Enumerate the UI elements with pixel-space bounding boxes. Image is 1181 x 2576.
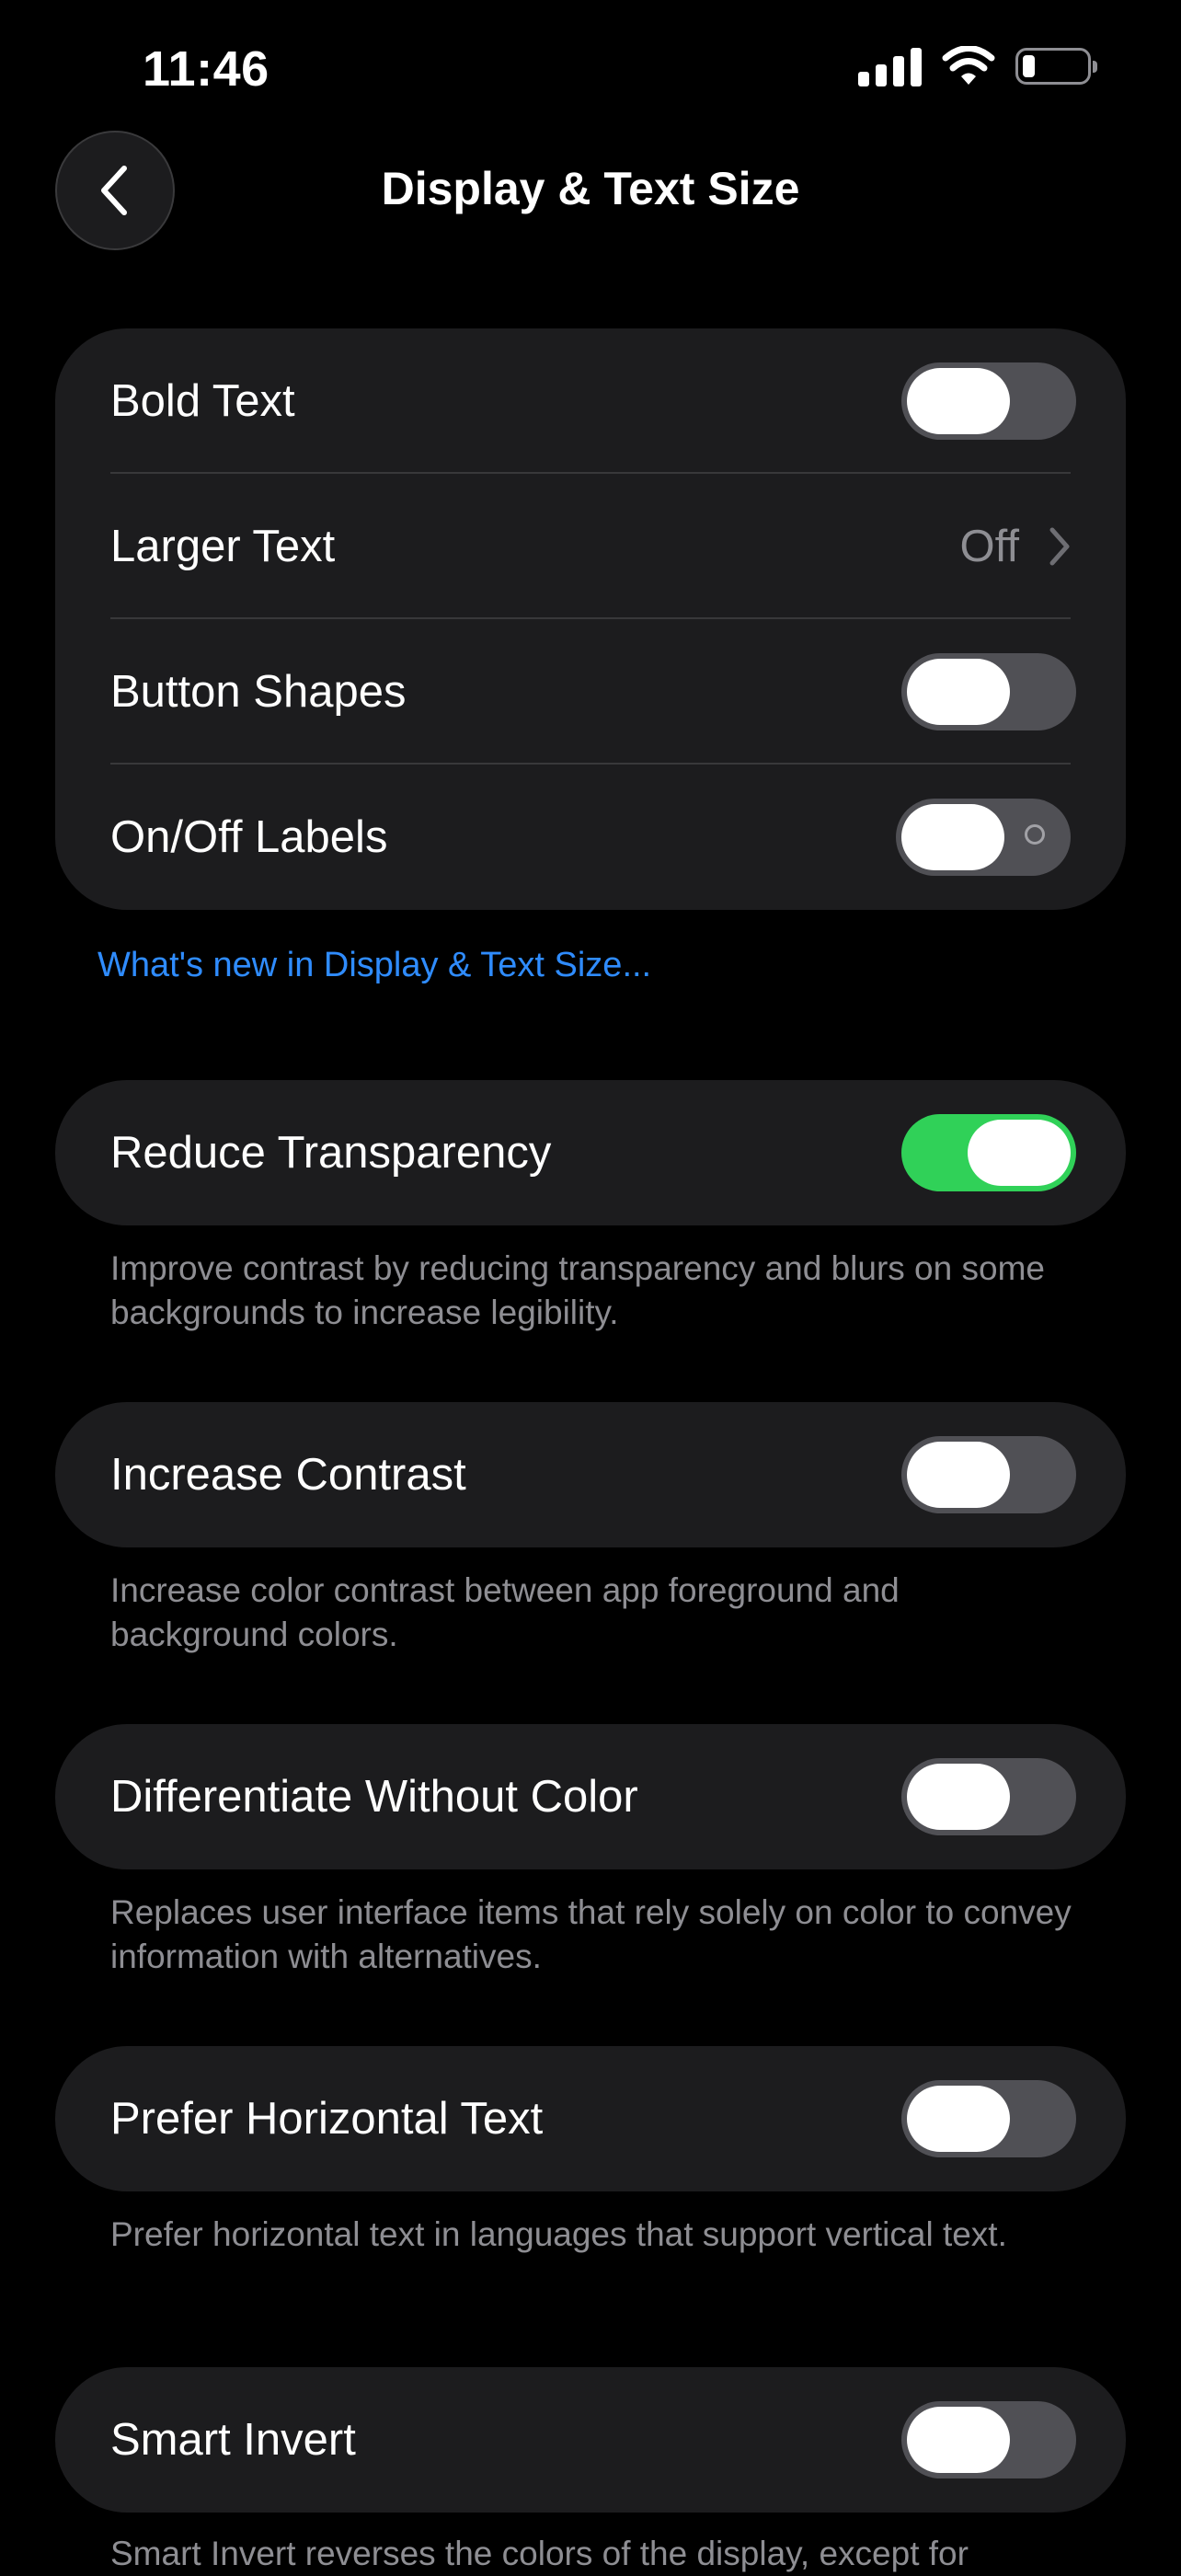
increase-contrast-footnote: Increase color contrast between app fore… xyxy=(110,1571,900,1653)
row-button-shapes[interactable]: Button Shapes xyxy=(55,619,1126,765)
row-reduce-transparency[interactable]: Reduce Transparency xyxy=(55,1080,1126,1225)
row-label: On/Off Labels xyxy=(110,812,388,862)
smart-invert-footnote: Smart Invert reverses the colors of the … xyxy=(110,2535,969,2572)
text-options-group: Bold Text Larger Text Off Button Shapes … xyxy=(55,328,1126,910)
horizontal-text-footnote: Prefer horizontal text in languages that… xyxy=(110,2215,1007,2253)
status-bar: 11:46 xyxy=(0,0,1181,138)
increase-contrast-group: Increase Contrast xyxy=(55,1402,1126,1547)
row-label: Increase Contrast xyxy=(110,1450,466,1500)
increase-contrast-toggle[interactable] xyxy=(901,1436,1076,1513)
bold-text-toggle[interactable] xyxy=(901,362,1076,440)
larger-text-value: Off xyxy=(959,522,1019,571)
row-larger-text[interactable]: Larger Text Off xyxy=(55,474,1126,619)
row-on-off-labels[interactable]: On/Off Labels xyxy=(55,765,1126,910)
reduce-transparency-toggle[interactable] xyxy=(901,1114,1076,1191)
row-label: Prefer Horizontal Text xyxy=(110,2094,544,2144)
off-indicator-icon xyxy=(1025,824,1045,845)
row-label: Differentiate Without Color xyxy=(110,1772,638,1822)
smart-invert-group: Smart Invert xyxy=(55,2367,1126,2513)
differentiate-toggle[interactable] xyxy=(901,1758,1076,1835)
row-label: Button Shapes xyxy=(110,667,407,717)
row-label: Smart Invert xyxy=(110,2415,356,2465)
status-icons xyxy=(858,46,1097,86)
cellular-signal-icon xyxy=(858,46,922,86)
row-label: Larger Text xyxy=(110,522,336,571)
differentiate-footnote: Replaces user interface items that rely … xyxy=(110,1893,1072,1975)
horizontal-text-group: Prefer Horizontal Text xyxy=(55,2046,1126,2191)
wifi-icon xyxy=(942,46,995,85)
prefer-horizontal-toggle[interactable] xyxy=(901,2080,1076,2157)
row-differentiate-without-color[interactable]: Differentiate Without Color xyxy=(55,1724,1126,1869)
row-label: Reduce Transparency xyxy=(110,1128,552,1178)
differentiate-group: Differentiate Without Color xyxy=(55,1724,1126,1869)
row-bold-text[interactable]: Bold Text xyxy=(55,328,1126,474)
battery-icon xyxy=(1015,48,1097,85)
row-label: Bold Text xyxy=(110,376,295,426)
row-increase-contrast[interactable]: Increase Contrast xyxy=(55,1402,1126,1547)
on-off-labels-toggle[interactable] xyxy=(896,799,1071,876)
reduce-transparency-footnote: Improve contrast by reducing transparenc… xyxy=(110,1249,1045,1331)
reduce-transparency-group: Reduce Transparency xyxy=(55,1080,1126,1225)
chevron-right-icon xyxy=(1049,527,1070,566)
button-shapes-toggle[interactable] xyxy=(901,653,1076,730)
page-title: Display & Text Size xyxy=(381,163,800,214)
status-time: 11:46 xyxy=(143,41,269,97)
whats-new-link[interactable]: What's new in Display & Text Size... xyxy=(97,946,651,985)
row-prefer-horizontal-text[interactable]: Prefer Horizontal Text xyxy=(55,2046,1126,2191)
row-smart-invert[interactable]: Smart Invert xyxy=(55,2367,1126,2513)
smart-invert-toggle[interactable] xyxy=(901,2401,1076,2478)
